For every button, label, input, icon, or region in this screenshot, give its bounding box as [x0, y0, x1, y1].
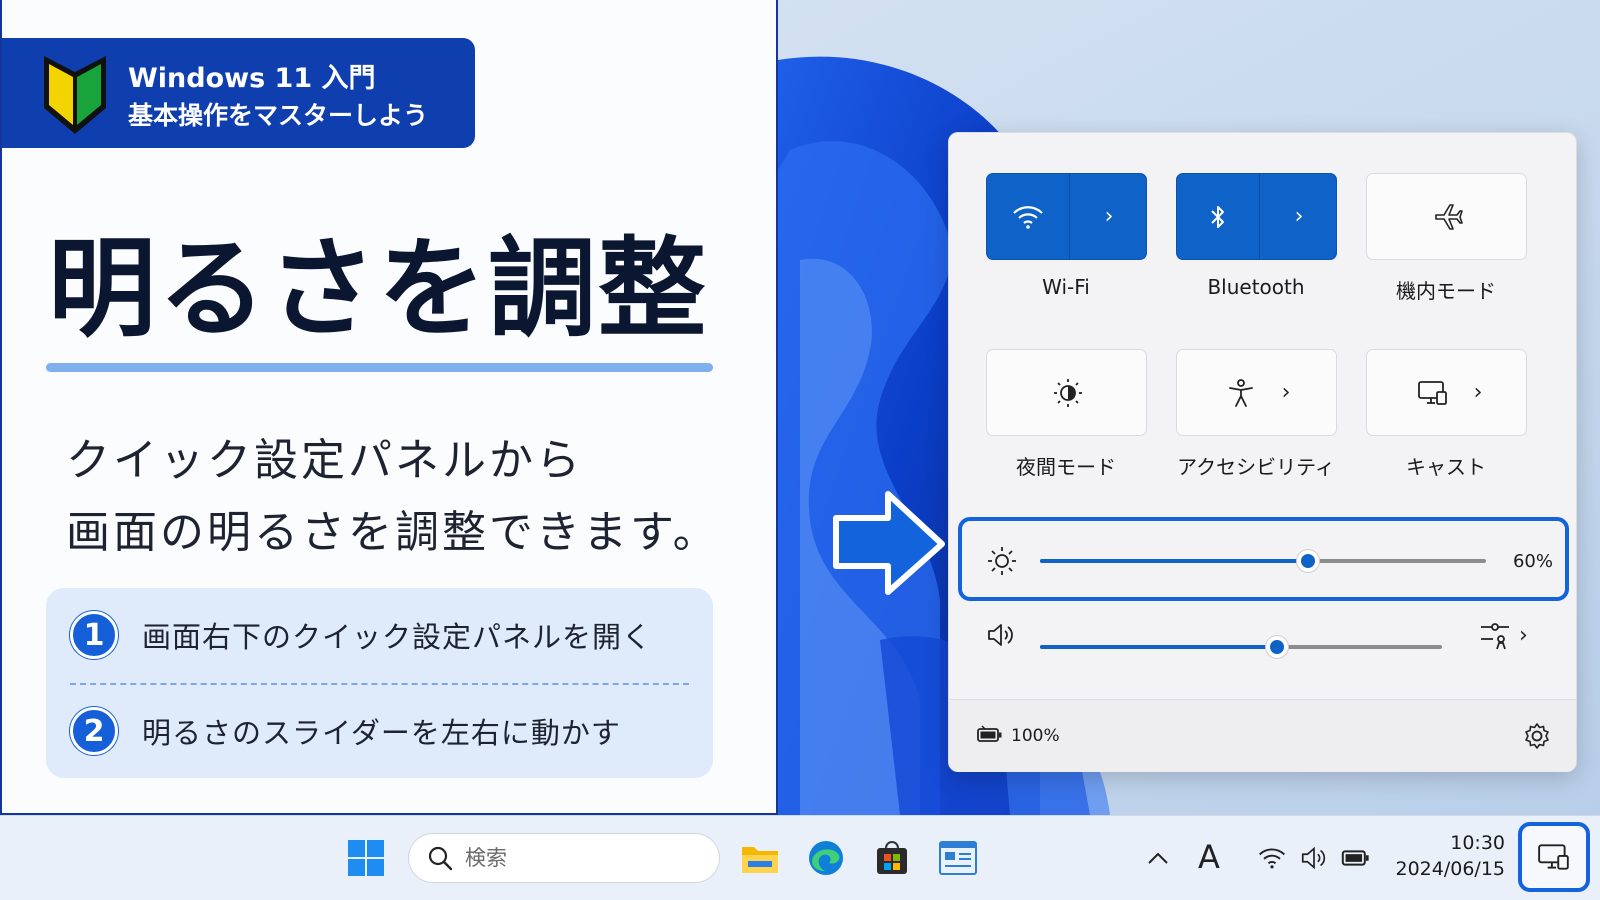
clock-date: 2024/06/15 — [1395, 858, 1505, 880]
taskbar: A 10:30 2024/06/15 — [0, 815, 1600, 900]
brightness-icon — [988, 547, 1016, 575]
windows-logo-icon — [348, 840, 384, 876]
control-panel-button[interactable] — [936, 836, 980, 880]
quick-settings-panel: › Wi-Fi › Bluetooth 機内モード 夜間モード › アクセシビリ… — [948, 132, 1577, 772]
accessibility-expand-button[interactable]: › — [1271, 350, 1301, 435]
brightness-slider-fill — [1040, 559, 1308, 563]
bluetooth-toggle[interactable] — [1177, 174, 1259, 259]
step-item: 1 画面右下のクイック設定パネルを開く — [70, 610, 652, 660]
tile-label: 夜間モード — [1016, 455, 1116, 479]
chevron-right-icon: › — [1104, 204, 1114, 229]
page-title: 明るさを調整 — [48, 227, 709, 352]
wifi-icon — [1013, 205, 1043, 229]
accessibility-tile[interactable]: › — [1176, 349, 1337, 436]
bluetooth-icon — [1211, 205, 1224, 228]
title-banner: Windows 11 入門 基本操作をマスターしよう — [2, 38, 475, 148]
folder-icon — [742, 847, 778, 873]
tray-volume[interactable] — [1292, 836, 1336, 880]
chevron-up-icon — [1148, 852, 1168, 864]
wifi-toggle[interactable] — [987, 174, 1069, 259]
chevron-right-icon: › — [1473, 380, 1483, 405]
search-icon — [428, 846, 453, 871]
step-number-badge: 2 — [70, 707, 118, 755]
title-underline — [46, 363, 713, 372]
chevron-right-icon: › — [1519, 622, 1528, 648]
tray-wifi[interactable] — [1250, 836, 1294, 880]
step-number-badge: 1 — [70, 611, 118, 659]
brightness-slider[interactable] — [1040, 550, 1486, 572]
airplane-mode-tile[interactable] — [1366, 173, 1527, 260]
callout-arrow-icon — [833, 491, 945, 595]
wifi-expand-button[interactable]: › — [1070, 174, 1148, 259]
quick-settings-tray-button[interactable] — [1518, 822, 1590, 892]
accessibility-icon — [1229, 378, 1253, 407]
tile-label: Bluetooth — [1207, 275, 1305, 299]
brightness-highlight: 60% — [958, 517, 1569, 601]
taskbar-search[interactable] — [408, 833, 720, 883]
clock-time: 10:30 — [1450, 832, 1505, 854]
volume-icon[interactable] — [985, 619, 1017, 651]
wifi-tile[interactable]: › — [986, 173, 1147, 260]
tile-label: Wi-Fi — [1042, 275, 1090, 299]
step-text: 明るさのスライダーを左右に動かす — [142, 716, 621, 750]
control-panel-icon — [939, 841, 977, 875]
description-line-1: クイック設定パネルから — [66, 435, 583, 486]
step-text: 画面右下のクイック設定パネルを開く — [142, 620, 653, 654]
volume-slider-fill — [1040, 645, 1278, 649]
store-icon — [877, 841, 907, 874]
wifi-icon — [1258, 848, 1286, 869]
tile-label: アクセシビリティ — [1177, 455, 1335, 479]
search-input[interactable] — [465, 846, 685, 870]
airplane-icon — [1434, 203, 1463, 230]
cast-icon — [1538, 844, 1569, 870]
banner-subtitle: 基本操作をマスターしよう — [128, 101, 429, 130]
steps-box: 1 画面右下のクイック設定パネルを開く 2 明るさのスライダーを左右に動かす — [46, 588, 713, 778]
beginner-mark-icon — [44, 56, 106, 134]
cast-expand-button[interactable]: › — [1463, 350, 1493, 435]
step-item: 2 明るさのスライダーを左右に動かす — [70, 706, 621, 756]
description-line-2: 画面の明るさを調整できます。 — [66, 507, 720, 558]
edge-icon — [809, 841, 843, 875]
bluetooth-tile[interactable]: › — [1176, 173, 1337, 260]
audio-output-icon[interactable] — [1479, 619, 1511, 651]
cast-icon — [1418, 380, 1447, 405]
taskbar-clock[interactable]: 10:30 2024/06/15 — [1390, 830, 1505, 882]
tutorial-panel: Windows 11 入門 基本操作をマスターしよう 明るさを調整 クイック設定… — [0, 0, 778, 815]
bluetooth-expand-button[interactable]: › — [1260, 174, 1338, 259]
chevron-right-icon: › — [1294, 204, 1304, 229]
store-button[interactable] — [870, 836, 914, 880]
steps-divider — [70, 683, 689, 685]
tile-label: キャスト — [1406, 455, 1486, 479]
brightness-value: 60% — [1512, 551, 1553, 572]
tile-label: 機内モード — [1396, 279, 1496, 303]
battery-percentage: 100% — [1011, 726, 1060, 746]
volume-slider[interactable] — [1040, 636, 1442, 658]
start-button[interactable] — [344, 836, 388, 880]
banner-title: Windows 11 入門 — [128, 63, 376, 94]
battery-icon[interactable] — [977, 725, 1003, 745]
ime-indicator[interactable]: A — [1198, 838, 1220, 876]
edge-browser-button[interactable] — [804, 836, 848, 880]
battery-icon — [1341, 850, 1369, 866]
tray-battery[interactable] — [1334, 836, 1378, 880]
quick-settings-footer: 100% — [949, 699, 1576, 772]
cast-tile[interactable]: › — [1366, 349, 1527, 436]
chevron-right-icon: › — [1281, 380, 1291, 405]
night-light-tile[interactable] — [986, 349, 1147, 436]
night-light-icon — [1053, 378, 1082, 407]
show-hidden-icons-button[interactable] — [1136, 836, 1180, 880]
audio-output-expand-button[interactable]: › — [1519, 619, 1539, 651]
file-explorer-button[interactable] — [738, 836, 782, 880]
volume-slider-thumb[interactable] — [1266, 636, 1289, 658]
settings-gear-icon[interactable] — [1523, 722, 1551, 750]
brightness-slider-thumb[interactable] — [1296, 550, 1319, 572]
volume-icon — [1301, 846, 1326, 870]
